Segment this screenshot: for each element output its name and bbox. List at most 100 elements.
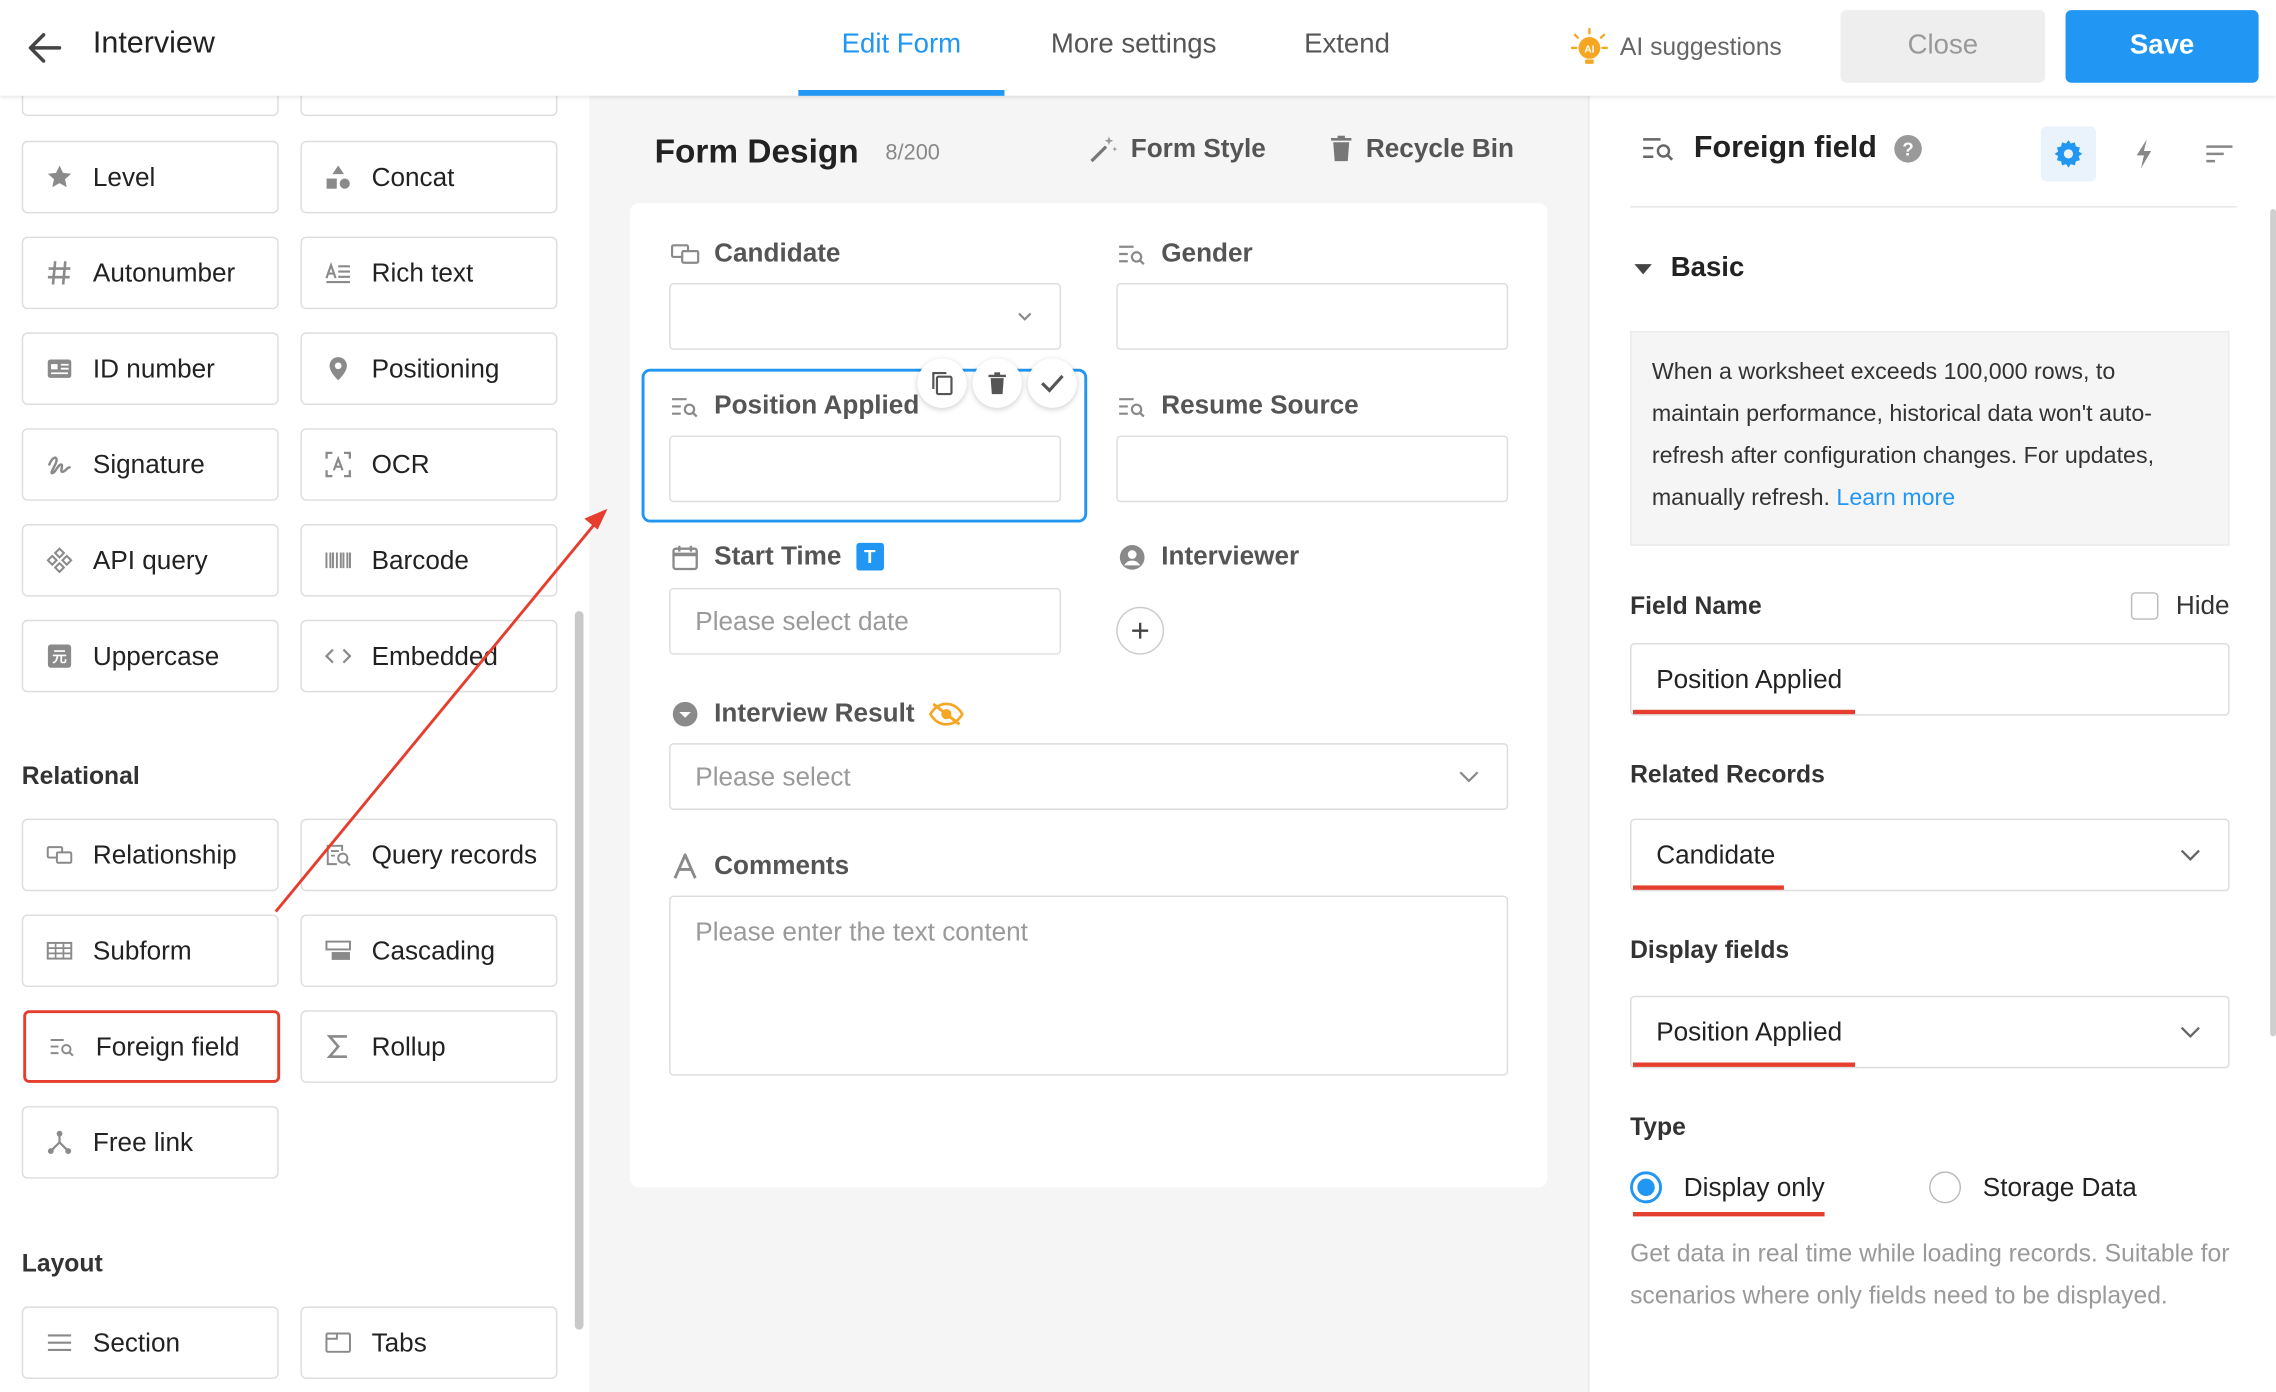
control-barcode[interactable]: Barcode — [300, 524, 558, 597]
left-scrollbar[interactable] — [574, 611, 584, 1330]
star-icon — [46, 164, 72, 190]
control-label: Cascading — [371, 935, 496, 965]
control-free-link[interactable]: Free link — [21, 1106, 279, 1179]
tab-more-settings[interactable]: More settings — [1039, 29, 1228, 61]
control-label: Tabs — [371, 1327, 427, 1357]
foreign-field-icon — [49, 1033, 75, 1059]
save-button[interactable]: Save — [2065, 10, 2259, 83]
controls-panel: Level Concat Autonumber Rich text ID num… — [0, 95, 590, 1392]
field-label-interviewer: Interviewer — [1118, 541, 1299, 571]
interview-result-select[interactable]: Please select — [669, 743, 1509, 810]
checkbox-square[interactable] — [2130, 592, 2159, 620]
foreign-field-icon — [1118, 239, 1147, 268]
type-label: Type — [1630, 1113, 1686, 1141]
control-id-number[interactable]: ID number — [21, 332, 279, 405]
tab-edit-form[interactable]: Edit Form — [798, 29, 1004, 61]
control-signature[interactable]: Signature — [21, 428, 279, 501]
control-label: Section — [92, 1327, 181, 1357]
control-ocr[interactable]: OCR — [300, 428, 558, 501]
map-pin-icon — [325, 356, 351, 382]
field-label-gender: Gender — [1118, 238, 1253, 268]
radio-dot[interactable] — [1929, 1171, 1962, 1204]
control-rollup[interactable]: Rollup — [300, 1010, 558, 1083]
control-cascading[interactable]: Cascading — [300, 914, 558, 988]
right-scrollbar[interactable] — [2270, 209, 2276, 1037]
hide-checkbox[interactable]: Hide — [2130, 590, 2230, 621]
control-label: Subform — [92, 935, 192, 965]
field-count: 8/200 — [885, 140, 940, 166]
control-label: Query records — [371, 839, 538, 869]
start-time-date-picker[interactable]: Please select date — [669, 587, 1062, 655]
control-api-query[interactable]: API query — [21, 524, 279, 597]
control-label: Rich text — [371, 257, 474, 287]
recycle-bin-button[interactable]: Recycle Bin — [1330, 134, 1514, 164]
hide-label: Hide — [2175, 590, 2230, 620]
learn-more-link[interactable]: Learn more — [1836, 486, 1955, 511]
delete-icon[interactable] — [972, 358, 1022, 408]
relationship-icon — [670, 239, 700, 268]
field-label-resume-source: Resume Source — [1118, 390, 1359, 420]
chevron-down-icon — [2180, 849, 2200, 861]
magic-wand-icon — [1089, 134, 1118, 163]
comments-textarea[interactable]: Please enter the text content — [669, 895, 1509, 1076]
radio-dot[interactable] — [1630, 1171, 1663, 1204]
arrow-left-icon[interactable] — [26, 29, 64, 67]
active-tab-indicator — [798, 89, 1005, 96]
foreign-field-icon — [1118, 391, 1147, 420]
control-tabs[interactable]: Tabs — [300, 1306, 558, 1379]
control-query-records[interactable]: Query records — [300, 818, 558, 892]
rich-text-icon — [325, 260, 351, 286]
calendar-icon — [671, 542, 700, 571]
eye-off-icon — [929, 700, 964, 726]
ai-suggestions-button[interactable]: AI AI suggestions — [1570, 26, 1782, 70]
field-name-input[interactable]: Position Applied — [1630, 643, 2230, 716]
form-style-button[interactable]: Form Style — [1089, 134, 1266, 164]
sort-lines-icon[interactable] — [2192, 126, 2247, 181]
gear-icon[interactable] — [2040, 126, 2097, 182]
lightning-icon[interactable] — [2116, 126, 2171, 181]
text-type-badge: T — [855, 542, 884, 571]
control-label: Concat — [371, 161, 455, 191]
position-applied-field[interactable] — [669, 435, 1062, 503]
control-relationship[interactable]: Relationship — [21, 818, 279, 892]
annotation-underline — [1632, 885, 1784, 890]
tab-extend[interactable]: Extend — [1292, 29, 1402, 61]
control-button-partial[interactable] — [300, 95, 558, 117]
resume-source-field[interactable] — [1116, 435, 1509, 503]
annotation-underline — [1632, 1212, 1825, 1217]
control-positioning[interactable]: Positioning — [300, 332, 558, 405]
barcode-icon — [325, 547, 351, 573]
free-link-icon — [46, 1129, 72, 1155]
radio-storage-data[interactable]: Storage Data — [1929, 1171, 2137, 1204]
control-section[interactable]: Section — [21, 1306, 279, 1379]
gender-field[interactable] — [1116, 283, 1509, 350]
control-embedded[interactable]: Embedded — [300, 619, 558, 693]
settings-header: Foreign field ? — [1642, 131, 1922, 166]
signature-icon — [46, 451, 72, 477]
radio-display-only[interactable]: Display only — [1630, 1171, 1825, 1204]
form-design-title: Form Design — [654, 132, 859, 170]
control-uppercase[interactable]: 元 Uppercase — [21, 619, 279, 693]
settings-title: Foreign field — [1693, 130, 1877, 165]
control-autonumber[interactable]: Autonumber — [21, 236, 279, 310]
help-icon[interactable]: ? — [1894, 134, 1922, 162]
basic-section-toggle[interactable]: Basic — [1633, 253, 1744, 285]
display-fields-select[interactable]: Position Applied — [1630, 995, 2230, 1069]
control-rich-text[interactable]: Rich text — [300, 236, 558, 310]
sigma-icon — [325, 1033, 351, 1059]
add-interviewer-button[interactable] — [1116, 606, 1165, 655]
control-concat[interactable]: Concat — [300, 140, 558, 214]
control-subform[interactable]: Subform — [21, 914, 279, 988]
control-level[interactable]: Level — [21, 140, 279, 214]
chevron-down-icon — [2180, 1026, 2200, 1039]
confirm-check-icon[interactable] — [1027, 358, 1078, 408]
close-button[interactable]: Close — [1840, 10, 2046, 83]
control-foreign-field[interactable]: Foreign field — [23, 1010, 281, 1083]
candidate-select[interactable] — [669, 283, 1062, 350]
svg-text:元: 元 — [52, 649, 67, 666]
control-button-partial[interactable] — [21, 95, 279, 117]
type-hint-text: Get data in real time while loading reco… — [1630, 1239, 2230, 1309]
divider — [1630, 206, 2237, 208]
copy-icon[interactable] — [917, 358, 967, 408]
related-records-select[interactable]: Candidate — [1630, 818, 2230, 892]
